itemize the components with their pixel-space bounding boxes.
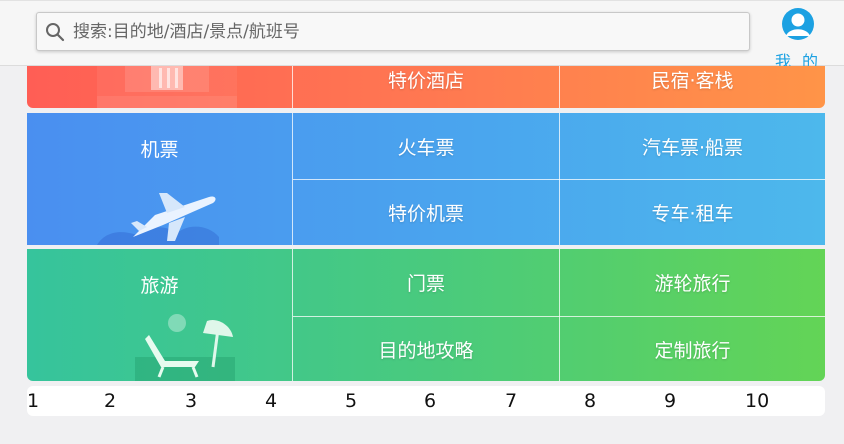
transport-row: 机票 火车票 汽车票·船票 特价机票 专车·租车 bbox=[27, 113, 825, 245]
hotel-row: 特价酒店 民宿·客栈 bbox=[27, 66, 825, 108]
cruise-label: 游轮旅行 bbox=[654, 273, 731, 295]
destination-guide-label: 目的地攻略 bbox=[378, 339, 474, 362]
number-item[interactable]: 9 bbox=[664, 390, 676, 412]
user-avatar-icon bbox=[781, 7, 815, 45]
beach-chair-icon bbox=[115, 311, 235, 381]
cruise-link[interactable]: 游轮旅行 bbox=[560, 249, 825, 316]
car-rental-link[interactable]: 专车·租车 bbox=[560, 180, 825, 245]
custom-travel-link[interactable]: 定制旅行 bbox=[560, 317, 825, 381]
number-item[interactable]: 5 bbox=[345, 390, 357, 412]
special-hotel-link[interactable]: 特价酒店 bbox=[293, 66, 559, 92]
car-rental-label: 专车·租车 bbox=[651, 203, 734, 225]
my-account-button[interactable]: 我 的 bbox=[774, 7, 822, 71]
travel-row: 旅游 门票 游轮旅行 目的地攻略 定制旅行 bbox=[27, 249, 825, 381]
number-item[interactable]: 8 bbox=[584, 390, 596, 412]
homestay-link[interactable]: 民宿·客栈 bbox=[560, 66, 825, 92]
top-bar: 我 的 bbox=[0, 0, 844, 71]
hotel-building-icon bbox=[97, 66, 237, 108]
tickets-label: 门票 bbox=[406, 273, 445, 295]
number-item[interactable]: 6 bbox=[424, 390, 436, 412]
custom-travel-label: 定制旅行 bbox=[654, 339, 731, 362]
travel-tile[interactable]: 旅游 bbox=[27, 249, 292, 381]
train-ticket-link[interactable]: 火车票 bbox=[293, 113, 559, 179]
number-item[interactable]: 4 bbox=[265, 390, 277, 412]
number-item[interactable]: 3 bbox=[185, 390, 197, 412]
airplane-icon bbox=[97, 185, 227, 245]
number-item[interactable]: 1 bbox=[27, 390, 39, 412]
bus-ship-ticket-label: 汽车票·船票 bbox=[641, 136, 744, 159]
destination-guide-link[interactable]: 目的地攻略 bbox=[293, 317, 559, 381]
train-ticket-label: 火车票 bbox=[397, 136, 455, 159]
number-strip: 1 2 3 4 5 6 7 8 9 10 bbox=[27, 386, 825, 416]
tickets-link[interactable]: 门票 bbox=[293, 249, 559, 316]
number-item[interactable]: 10 bbox=[745, 390, 769, 412]
homestay-label: 民宿·客栈 bbox=[651, 69, 734, 92]
number-item[interactable]: 2 bbox=[104, 390, 116, 412]
special-hotel-label: 特价酒店 bbox=[387, 69, 464, 92]
search-icon bbox=[37, 12, 73, 51]
flight-label: 机票 bbox=[140, 139, 179, 161]
bus-ship-ticket-link[interactable]: 汽车票·船票 bbox=[560, 113, 825, 179]
search-box[interactable] bbox=[36, 12, 750, 51]
travel-label: 旅游 bbox=[140, 275, 179, 297]
special-flight-link[interactable]: 特价机票 bbox=[293, 180, 559, 245]
number-item[interactable]: 7 bbox=[505, 390, 517, 412]
search-input[interactable] bbox=[73, 16, 749, 47]
flight-tile[interactable]: 机票 bbox=[27, 113, 292, 245]
special-flight-label: 特价机票 bbox=[387, 203, 464, 225]
